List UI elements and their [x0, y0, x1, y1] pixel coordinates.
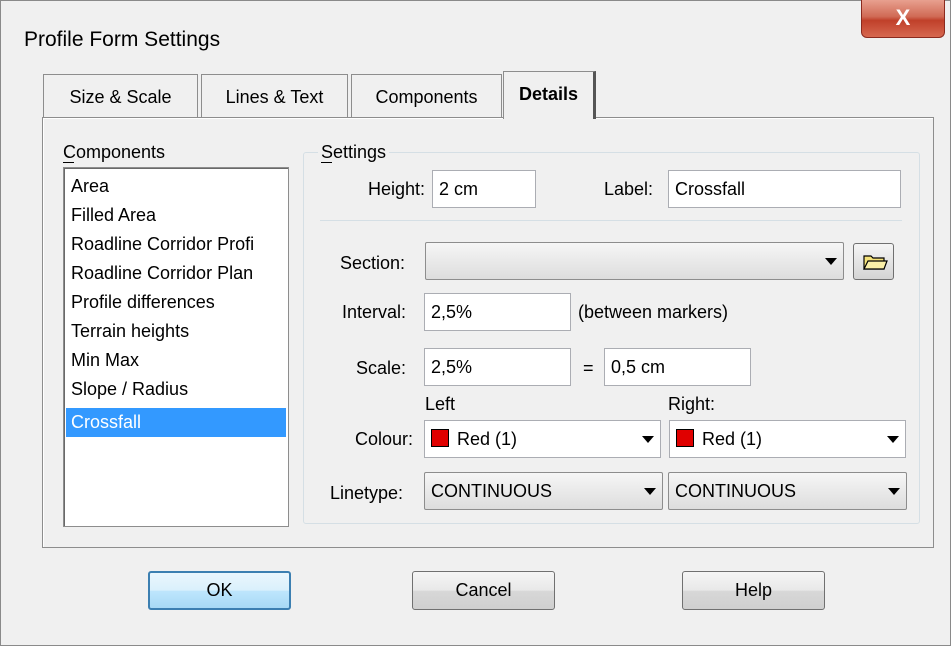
components-listbox[interactable]: Area Filled Area Roadline Corridor Profi… — [63, 167, 289, 527]
right-header: Right: — [668, 394, 716, 414]
list-item[interactable]: Profile differences — [66, 288, 286, 317]
tab-components[interactable]: Components — [351, 74, 502, 118]
tab-size-scale[interactable]: Size & Scale — [43, 74, 198, 118]
tab-label: Size & Scale — [69, 87, 172, 107]
settings-label: Settings — [318, 142, 390, 163]
linetype-left-dropdown[interactable]: CONTINUOUS — [424, 472, 663, 510]
section-browse-button[interactable] — [853, 243, 894, 280]
list-item[interactable]: Terrain heights — [66, 317, 286, 346]
colour-swatch — [431, 429, 449, 447]
height-label: Height: — [368, 179, 426, 199]
list-item[interactable]: Area — [66, 172, 286, 201]
linetype-right-dropdown[interactable]: CONTINUOUS — [668, 472, 907, 510]
height-input[interactable]: 2 cm — [432, 170, 536, 208]
label-field-label: Label: — [604, 179, 654, 199]
chevron-down-icon — [887, 436, 899, 443]
label-input[interactable]: Crossfall — [668, 170, 901, 208]
left-header: Left — [425, 394, 456, 414]
window-title: Profile Form Settings — [24, 28, 221, 51]
colour-label: Colour: — [355, 429, 414, 449]
linetype-right-value: CONTINUOUS — [675, 481, 796, 501]
list-item[interactable]: Roadline Corridor Plan — [66, 259, 286, 288]
components-accelerator-underline — [63, 162, 74, 163]
chevron-down-icon — [825, 258, 837, 265]
scale-input[interactable]: 2,5% — [424, 348, 571, 386]
list-item[interactable]: Roadline Corridor Profi — [66, 230, 286, 259]
scale-label: Scale: — [356, 358, 407, 378]
chevron-down-icon — [642, 436, 654, 443]
tab-label: Details — [518, 84, 579, 104]
colour-swatch — [676, 429, 694, 447]
cancel-button[interactable]: Cancel — [412, 571, 555, 610]
colour-right-dropdown[interactable]: Red (1) — [669, 420, 906, 458]
close-icon: X — [895, 5, 911, 30]
tab-label: Components — [375, 87, 478, 107]
settings-divider — [320, 220, 902, 221]
list-item[interactable]: Filled Area — [66, 201, 286, 230]
tab-details[interactable]: Details — [503, 71, 596, 119]
interval-input[interactable]: 2,5% — [424, 293, 571, 331]
colour-left-dropdown[interactable]: Red (1) — [424, 420, 661, 458]
linetype-left-value: CONTINUOUS — [431, 481, 552, 501]
folder-open-icon — [863, 255, 888, 270]
colour-right-value: Red (1) — [702, 429, 763, 449]
interval-label: Interval: — [342, 302, 407, 322]
help-button[interactable]: Help — [682, 571, 825, 610]
interval-note: (between markers) — [578, 302, 729, 322]
linetype-label: Linetype: — [330, 483, 404, 503]
section-label: Section: — [340, 253, 406, 273]
tab-label: Lines & Text — [225, 87, 324, 107]
tab-lines-text[interactable]: Lines & Text — [201, 74, 348, 118]
components-label: Components — [63, 142, 166, 162]
chevron-down-icon — [644, 488, 656, 495]
section-dropdown[interactable] — [425, 242, 844, 280]
close-button[interactable]: X — [861, 0, 945, 38]
chevron-down-icon — [888, 488, 900, 495]
list-item[interactable]: Slope / Radius — [66, 375, 286, 404]
scale-result-input[interactable]: 0,5 cm — [604, 348, 751, 386]
ok-button[interactable]: OK — [148, 571, 291, 610]
scale-equals: = — [583, 358, 594, 378]
list-item[interactable]: Min Max — [66, 346, 286, 375]
settings-accelerator-underline — [321, 162, 332, 163]
list-item-selected[interactable]: Crossfall — [66, 408, 286, 437]
colour-left-value: Red (1) — [457, 429, 518, 449]
